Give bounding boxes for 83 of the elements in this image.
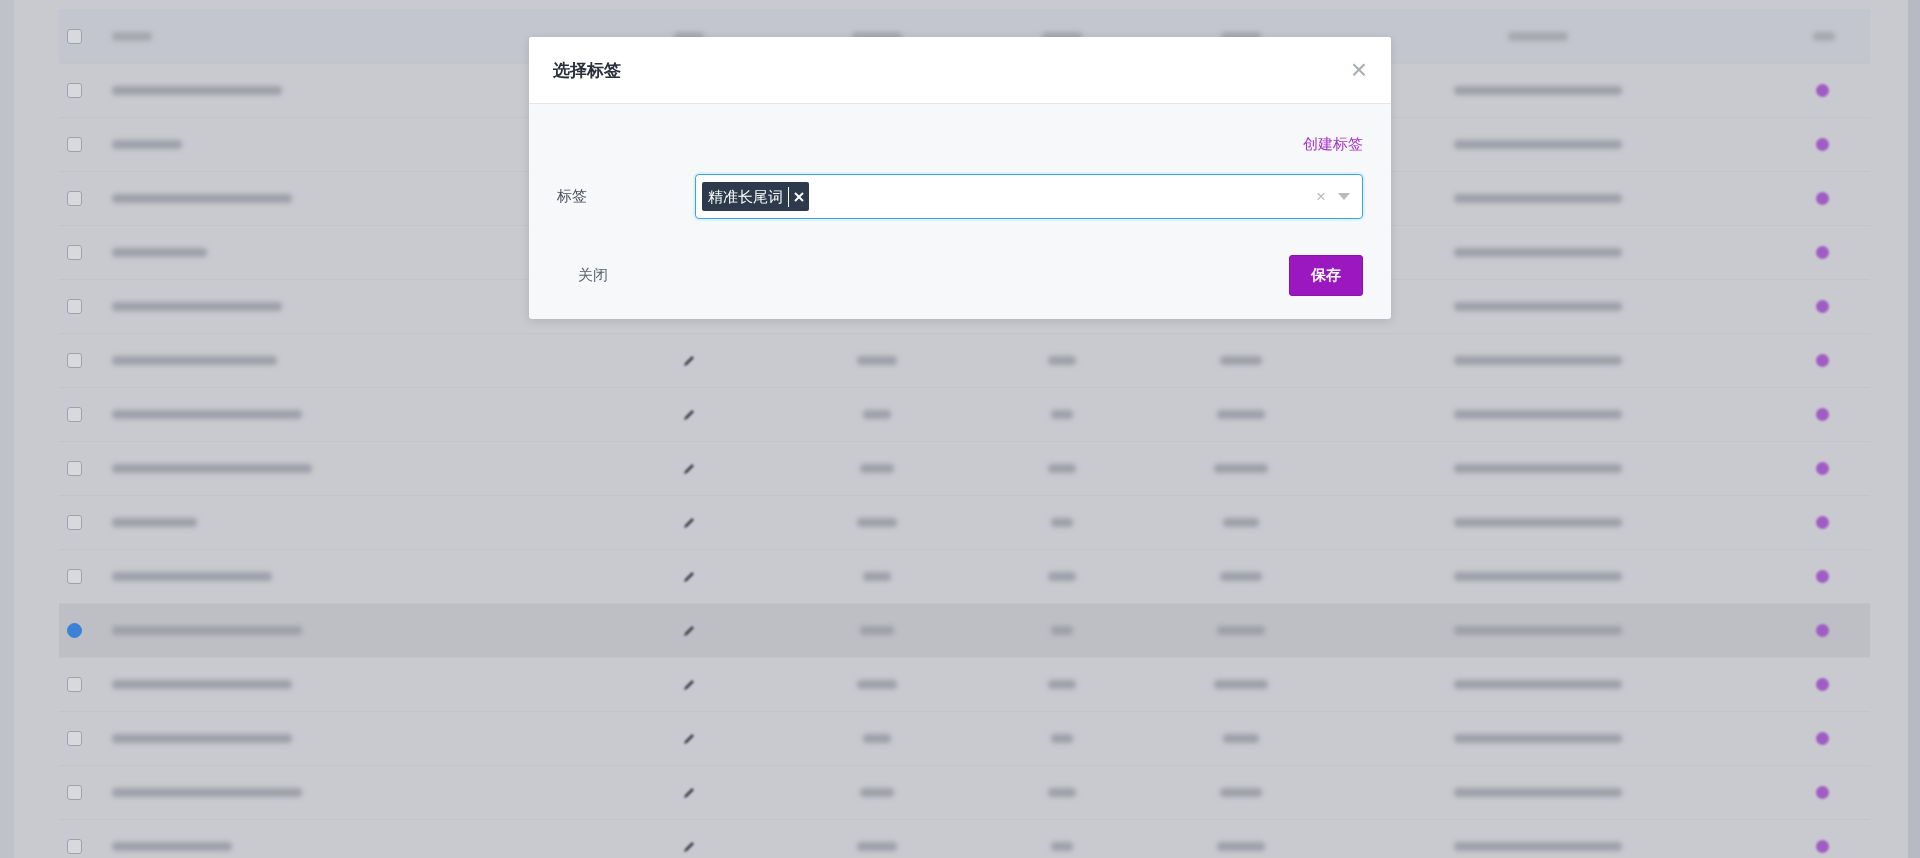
blurred-text <box>1051 734 1073 743</box>
checkbox[interactable] <box>66 623 82 638</box>
status-dot <box>1816 462 1829 475</box>
blurred-text <box>860 626 894 635</box>
blurred-text <box>857 680 897 689</box>
checkbox[interactable] <box>66 83 82 98</box>
checkbox[interactable] <box>66 515 82 530</box>
checkbox[interactable] <box>66 731 82 746</box>
pencil-icon[interactable] <box>682 353 696 368</box>
blurred-text <box>1051 518 1073 527</box>
blurred-text <box>1048 680 1076 689</box>
status-dot <box>1816 786 1829 799</box>
blurred-text <box>1048 356 1076 365</box>
checkbox[interactable] <box>66 353 82 368</box>
blurred-text <box>1048 464 1076 473</box>
status-dot <box>1816 840 1829 853</box>
pencil-icon[interactable] <box>682 569 696 584</box>
field-label: 标签 <box>557 187 588 206</box>
pencil-icon[interactable] <box>682 515 696 530</box>
blurred-text <box>860 464 894 473</box>
pencil-icon[interactable] <box>682 407 696 422</box>
status-dot <box>1816 678 1829 691</box>
blurred-text <box>1223 518 1259 527</box>
pencil-icon[interactable] <box>682 677 696 692</box>
blurred-text <box>1048 572 1076 581</box>
dialog-title: 选择标签 <box>553 59 621 82</box>
blurred-text <box>1220 788 1262 797</box>
checkbox[interactable] <box>66 299 82 314</box>
status-dot <box>1816 408 1829 421</box>
status-dot <box>1816 570 1829 583</box>
checkbox[interactable] <box>66 839 82 854</box>
blurred-text <box>112 140 182 149</box>
tag-chip: 精准长尾词 <box>702 182 809 211</box>
blurred-text <box>857 356 897 365</box>
status-dot <box>1816 138 1829 151</box>
checkbox[interactable] <box>66 677 82 692</box>
checkbox[interactable] <box>66 461 82 476</box>
blurred-heading <box>112 31 152 41</box>
blurred-heading <box>1813 31 1835 41</box>
blurred-text <box>1051 410 1073 419</box>
blurred-text <box>1048 788 1076 797</box>
blurred-text <box>1217 410 1265 419</box>
blurred-text <box>863 410 891 419</box>
checkbox[interactable] <box>66 28 82 44</box>
pencil-icon[interactable] <box>682 785 696 800</box>
checkbox[interactable] <box>66 137 82 152</box>
status-dot <box>1816 192 1829 205</box>
blurred-text <box>1217 626 1265 635</box>
pencil-icon[interactable] <box>682 623 696 638</box>
blurred-text <box>1214 464 1268 473</box>
blurred-text <box>863 734 891 743</box>
blurred-text <box>1051 626 1073 635</box>
status-dot <box>1816 624 1829 637</box>
blurred-text <box>1217 842 1265 851</box>
blurred-text <box>860 788 894 797</box>
save-button[interactable]: 保存 <box>1289 255 1363 296</box>
status-dot <box>1816 246 1829 259</box>
status-dot <box>1816 516 1829 529</box>
checkbox[interactable] <box>66 785 82 800</box>
status-dot <box>1816 84 1829 97</box>
caret-icon[interactable] <box>1338 193 1350 200</box>
blurred-text <box>1223 734 1259 743</box>
checkbox[interactable] <box>66 191 82 206</box>
status-dot <box>1816 732 1829 745</box>
blurred-text <box>1220 572 1262 581</box>
pencil-icon[interactable] <box>682 731 696 746</box>
close-button[interactable]: 关闭 <box>557 258 629 293</box>
blurred-text <box>857 518 897 527</box>
pencil-icon[interactable] <box>682 839 696 854</box>
blurred-text <box>1220 356 1262 365</box>
checkbox[interactable] <box>66 245 82 260</box>
blurred-text <box>863 572 891 581</box>
checkbox[interactable] <box>66 569 82 584</box>
checkbox[interactable] <box>66 407 82 422</box>
blurred-text <box>1051 842 1073 851</box>
pencil-icon[interactable] <box>682 461 696 476</box>
blurred-text <box>857 842 897 851</box>
status-dot <box>1816 300 1829 313</box>
blurred-heading <box>1508 31 1568 41</box>
tag-select-field[interactable]: 精准长尾词 × <box>695 174 1363 219</box>
create-tag-link[interactable]: 创建标签 <box>1303 135 1363 154</box>
blurred-text <box>1214 680 1268 689</box>
status-dot <box>1816 354 1829 367</box>
